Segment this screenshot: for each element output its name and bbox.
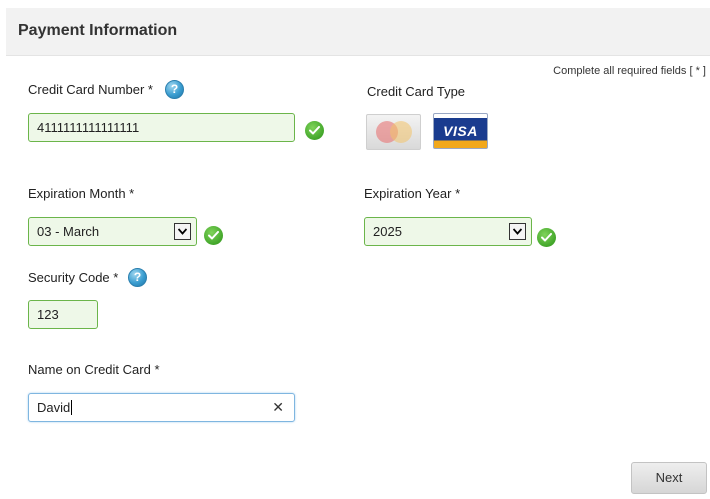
next-button[interactable]: Next <box>631 462 707 494</box>
expiration-year-select[interactable]: 2025 <box>364 217 532 246</box>
name-on-card-input[interactable]: David ✕ <box>28 393 295 422</box>
page-title: Payment Information <box>18 22 178 39</box>
expiration-year-label: Expiration Year * <box>364 186 461 201</box>
chevron-down-icon[interactable] <box>174 223 191 240</box>
name-on-card-label: Name on Credit Card * <box>28 362 160 377</box>
check-icon <box>204 226 223 245</box>
help-icon[interactable]: ? <box>128 268 147 287</box>
check-icon <box>305 121 324 140</box>
card-number-label: Credit Card Number * <box>28 82 153 97</box>
help-icon[interactable]: ? <box>165 80 184 99</box>
security-code-input[interactable]: 123 <box>28 300 98 329</box>
text-cursor <box>71 400 73 415</box>
payment-header: Payment Information <box>6 8 710 56</box>
clear-icon[interactable]: ✕ <box>272 394 284 421</box>
expiration-month-label: Expiration Month * <box>28 186 135 201</box>
card-type-label: Credit Card Type <box>367 84 466 99</box>
required-fields-note: Complete all required fields [ * ] <box>553 65 706 77</box>
check-icon <box>537 228 556 247</box>
mastercard-icon[interactable] <box>366 114 421 150</box>
visa-icon[interactable]: VISA <box>433 113 488 149</box>
card-number-input[interactable]: 4111111111111111 <box>28 113 295 142</box>
chevron-down-icon[interactable] <box>509 223 526 240</box>
expiration-month-select[interactable]: 03 - March <box>28 217 197 246</box>
security-code-label: Security Code * <box>28 270 119 285</box>
